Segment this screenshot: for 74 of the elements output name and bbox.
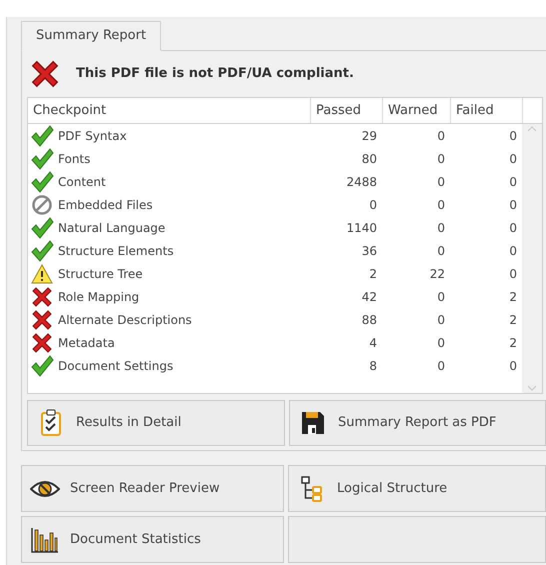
table-cell-text: 0	[436, 174, 446, 190]
table-cell-text: 4	[368, 334, 378, 352]
table-cell-text: 80	[360, 150, 378, 168]
table-cell-text: 22	[428, 266, 446, 282]
cross-icon	[31, 332, 53, 354]
table-cell-text: 0	[508, 358, 518, 374]
table-cell-text: 2	[508, 288, 518, 306]
table-cell-text: 0	[436, 242, 446, 260]
action-button[interactable]: Document Statistics	[21, 516, 284, 563]
tree-structure-icon	[301, 476, 323, 502]
table-cell-text: 0	[436, 334, 446, 352]
action-button[interactable]: Results in Detail	[27, 400, 285, 446]
table-cell-text: 0	[368, 196, 378, 214]
table-cell-text: 2488	[345, 174, 378, 190]
eye-icon	[30, 478, 60, 498]
check-icon	[30, 170, 54, 192]
table-cell-text: Role Mapping	[58, 288, 140, 306]
warning-icon	[31, 264, 53, 284]
table-cell-text: PDF Syntax	[58, 128, 127, 144]
table-cell-text: 0	[436, 288, 446, 306]
table-cell-text: 1140	[345, 220, 378, 236]
check-icon	[30, 216, 54, 238]
check-icon	[30, 124, 54, 146]
table-cell-text: 0	[436, 128, 446, 144]
scroll-up-icon[interactable]	[527, 126, 537, 132]
action-button[interactable]: Logical Structure	[288, 465, 546, 512]
table-cell-text: 0	[436, 358, 446, 374]
table-cell-text: 0	[508, 220, 518, 236]
table-cell-text: Embedded Files	[58, 196, 153, 214]
table-cell-text: 29	[360, 128, 378, 144]
table-cell-text: 0	[508, 174, 518, 190]
table-cell-text: 0	[508, 266, 518, 282]
table-cell-text: 0	[436, 312, 446, 328]
check-icon	[30, 354, 54, 376]
table-cell-text: 88	[360, 312, 378, 328]
table-cell-text: Natural Language	[58, 220, 166, 236]
column-header[interactable]: Checkpoint	[28, 98, 311, 123]
table-cell-text: Structure Tree	[58, 266, 143, 282]
table-cell-text: Fonts	[58, 150, 90, 168]
table-cell-text: 36	[360, 242, 378, 260]
tab[interactable]: Summary Report	[21, 21, 162, 51]
table-cell-text: 0	[508, 128, 518, 144]
table-cell-text: Document Settings	[58, 358, 174, 374]
action-button[interactable]: Summary Report as PDF	[289, 400, 546, 446]
scrollbar[interactable]	[522, 124, 542, 393]
table-cell-text: Alternate Descriptions	[58, 312, 192, 328]
cross-icon	[31, 286, 53, 308]
table-cell-text: 0	[508, 196, 518, 214]
table-cell-text: 0	[508, 150, 518, 168]
cross-icon	[30, 59, 60, 89]
table-cell-text: Content	[58, 174, 106, 190]
bar-chart-icon	[31, 526, 59, 552]
table-cell-text: 2	[508, 312, 518, 328]
column-header[interactable]: Passed	[311, 98, 383, 123]
compliance-message: This PDF file is not PDF/UA compliant.	[76, 65, 354, 84]
scroll-down-icon[interactable]	[527, 385, 537, 391]
table-cell-text: 2	[508, 334, 518, 352]
column-header[interactable]: Warned	[383, 98, 451, 123]
cross-icon	[31, 308, 53, 330]
prohibited-icon	[31, 194, 53, 216]
column-header[interactable]: Failed	[451, 98, 523, 123]
table-cell-text: 0	[436, 150, 446, 168]
table-cell-text: 0	[508, 242, 518, 260]
action-button[interactable]: Screen Reader Preview	[21, 465, 284, 512]
table-cell-text: Metadata	[58, 334, 115, 352]
table-cell-text: 42	[360, 288, 378, 306]
table-cell-text: 8	[368, 358, 378, 374]
table-cell-text: 2	[368, 266, 378, 282]
check-icon	[30, 148, 54, 170]
check-icon	[30, 240, 54, 262]
clipboard-icon	[40, 409, 62, 437]
table-cell-text: 0	[436, 196, 446, 214]
table-cell-text: 0	[436, 220, 446, 236]
table-cell-text: Structure Elements	[58, 242, 174, 260]
